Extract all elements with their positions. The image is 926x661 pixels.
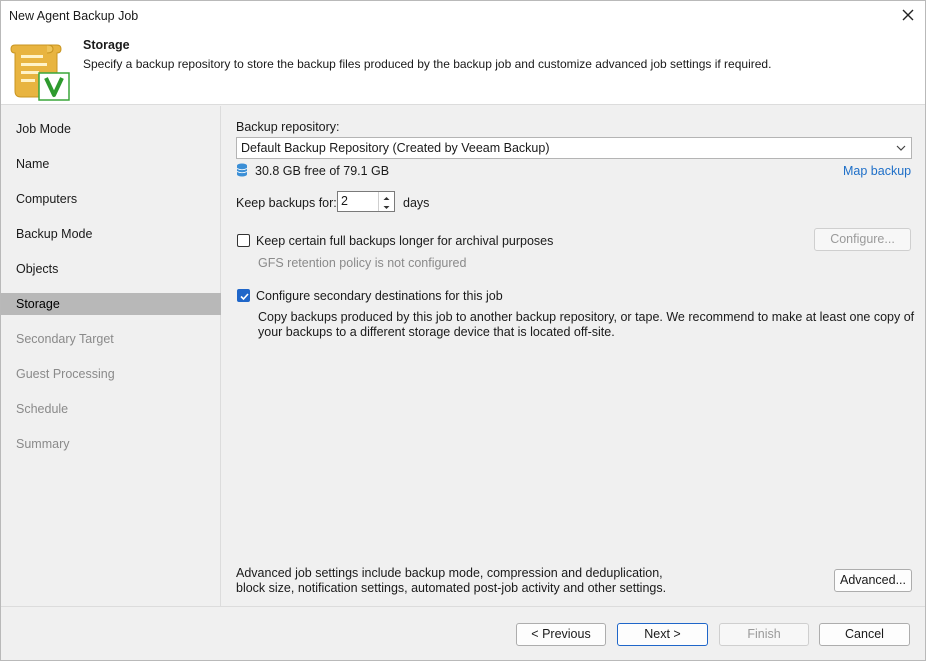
close-icon[interactable] <box>899 6 917 24</box>
nav-item-computers[interactable]: Computers <box>1 188 221 210</box>
scroll-check-icon <box>7 39 71 101</box>
secondary-description-line2: your backups to a different storage devi… <box>258 325 615 339</box>
keep-backups-stepper[interactable]: 2 <box>337 191 395 212</box>
free-space-text: 30.8 GB free of 79.1 GB <box>255 164 390 178</box>
wizard-footer: < Previous Next > Finish Cancel <box>1 606 925 660</box>
nav-item-summary: Summary <box>16 437 70 451</box>
advanced-description-line2: block size, notification settings, autom… <box>236 581 667 595</box>
page-description: Specify a backup repository to store the… <box>83 57 772 71</box>
chevron-down-icon <box>895 142 907 154</box>
nav-item-objects[interactable]: Objects <box>1 258 221 280</box>
advanced-description-line1: Advanced job settings include backup mod… <box>236 566 663 580</box>
keep-backups-value: 2 <box>341 194 348 208</box>
keep-backups-unit: days <box>403 196 430 210</box>
nav-item-schedule: Schedule <box>16 402 69 416</box>
title-bar: New Agent Backup Job <box>1 1 925 31</box>
archival-label[interactable]: Keep certain full backups longer for arc… <box>256 234 553 248</box>
database-icon <box>236 163 248 177</box>
wizard-steps-nav: Job Mode Name Computers Backup Mode Objects S… <box>1 106 221 606</box>
configure-button[interactable]: Configure... <box>814 228 911 251</box>
stepper-down-icon[interactable] <box>379 201 394 210</box>
gfs-status-text: GFS retention policy is not configured <box>258 256 467 270</box>
wizard-header: Storage Specify a backup repository to s… <box>1 31 925 105</box>
cancel-button[interactable]: Cancel <box>819 623 910 646</box>
secondary-destinations-label[interactable]: Configure secondary destinations for thi… <box>256 289 503 303</box>
nav-item-secondary-target: Secondary Target <box>16 332 114 346</box>
secondary-destinations-checkbox[interactable] <box>237 289 250 302</box>
page-title: Storage <box>83 38 130 52</box>
repository-value: Default Backup Repository (Created by Ve… <box>241 141 550 155</box>
finish-button[interactable]: Finish <box>719 623 809 646</box>
keep-backups-label: Keep backups for: <box>236 196 337 210</box>
advanced-button[interactable]: Advanced... <box>834 569 912 592</box>
repository-select[interactable]: Default Backup Repository (Created by Ve… <box>236 137 912 159</box>
nav-item-storage[interactable]: Storage <box>1 293 221 315</box>
next-button[interactable]: Next > <box>617 623 708 646</box>
nav-item-guest-processing: Guest Processing <box>16 367 115 381</box>
archival-checkbox[interactable] <box>237 234 250 247</box>
repository-label: Backup repository: <box>236 120 340 134</box>
previous-button[interactable]: < Previous <box>516 623 606 646</box>
storage-panel: Backup repository: Default Backup Reposi… <box>222 106 925 606</box>
secondary-description-line1: Copy backups produced by this job to ano… <box>258 310 915 324</box>
stepper-arrows <box>378 192 394 211</box>
window-title: New Agent Backup Job <box>9 9 139 23</box>
nav-item-backup-mode[interactable]: Backup Mode <box>1 223 221 245</box>
nav-item-job-mode[interactable]: Job Mode <box>1 118 221 140</box>
stepper-up-icon[interactable] <box>379 192 394 201</box>
nav-item-name[interactable]: Name <box>1 153 221 175</box>
map-backup-link[interactable]: Map backup <box>843 164 911 178</box>
wizard-window: New Agent Backup Job Storage Specify a b… <box>0 0 926 661</box>
